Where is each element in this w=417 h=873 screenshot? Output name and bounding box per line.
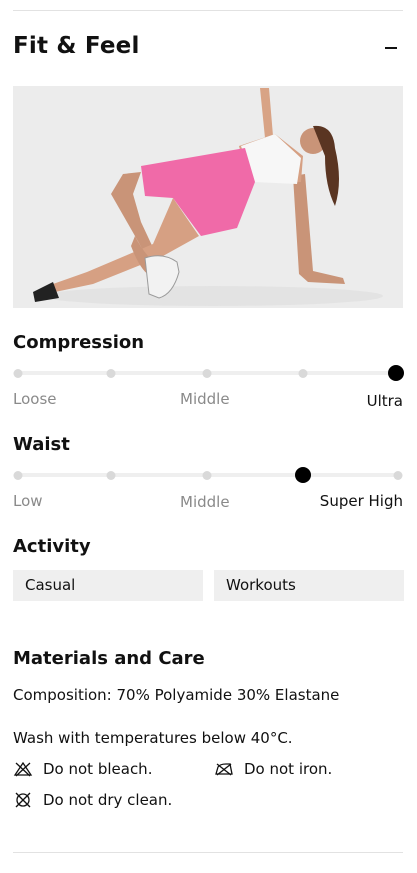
waist-label-left: Low	[13, 492, 43, 510]
compression-step-4	[298, 369, 308, 378]
wash-text: Wash with temperatures below 40°C.	[13, 729, 293, 747]
care-label-no-dry-clean: Do not dry clean.	[43, 791, 173, 809]
athlete-photo-illustration	[13, 86, 403, 308]
waist-step-5	[393, 471, 403, 480]
no-iron-icon	[215, 763, 233, 776]
top-divider	[13, 10, 403, 11]
product-image	[13, 86, 403, 308]
care-item-no-bleach: Do not bleach.	[13, 760, 152, 778]
waist-step-2	[106, 471, 116, 480]
compression-step-1	[13, 369, 23, 378]
waist-heading: Waist	[13, 434, 70, 455]
section-title: Fit & Feel	[13, 33, 140, 59]
waist-label-middle: Middle	[180, 493, 230, 511]
care-item-no-dry-clean: Do not dry clean.	[13, 791, 172, 809]
bottom-divider	[13, 852, 403, 853]
compression-label-middle: Middle	[180, 390, 230, 408]
compression-step-3	[202, 369, 212, 378]
collapse-minus-icon[interactable]	[385, 42, 397, 54]
waist-scale	[13, 466, 403, 484]
compression-label-left: Loose	[13, 390, 57, 408]
composition-text: Composition: 70% Polyamide 30% Elastane	[13, 686, 340, 704]
waist-indicator	[295, 467, 311, 483]
activity-chip-casual: Casual	[13, 570, 203, 601]
waist-label-right: Super High	[319, 492, 403, 510]
compression-scale	[13, 364, 404, 382]
activity-heading: Activity	[13, 536, 91, 557]
no-dry-clean-icon	[15, 792, 31, 808]
compression-step-2	[106, 369, 116, 378]
no-bleach-icon	[13, 761, 33, 777]
materials-heading: Materials and Care	[13, 648, 205, 669]
compression-heading: Compression	[13, 332, 145, 353]
compression-label-right: Ultra	[366, 392, 403, 410]
compression-indicator	[388, 365, 404, 381]
waist-step-1	[13, 471, 23, 480]
activity-chip-workouts: Workouts	[214, 570, 404, 601]
waist-step-3	[202, 471, 212, 480]
care-label-no-iron: Do not iron.	[244, 760, 333, 778]
care-label-no-bleach: Do not bleach.	[43, 760, 153, 778]
care-item-no-iron: Do not iron.	[214, 760, 332, 778]
